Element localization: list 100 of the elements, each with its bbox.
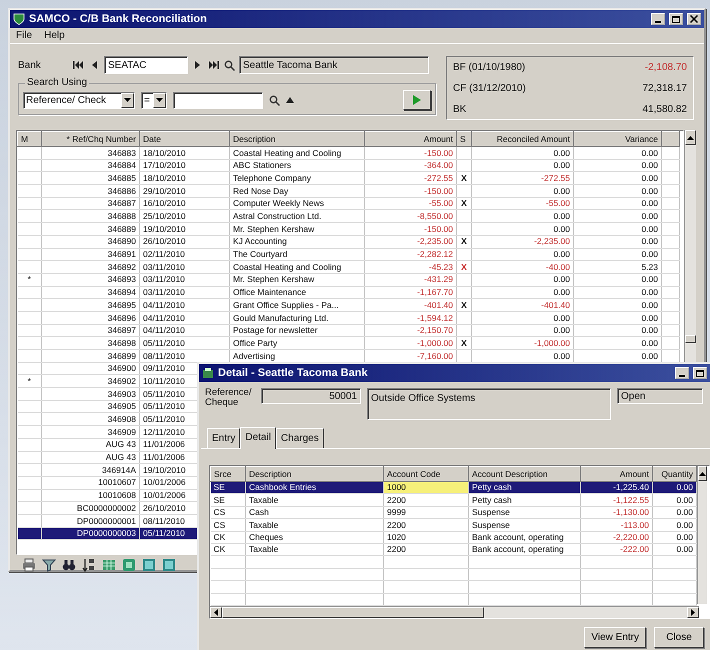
- search-icon[interactable]: [269, 94, 280, 106]
- table-row[interactable]: CK Cheques 1020 Bank account, operating -2,220.00 0.00: [210, 531, 696, 544]
- table-row[interactable]: SE Cashbook Entries 1000 Petty cash -1,225.40 0.00: [210, 482, 696, 494]
- vertical-scrollbar[interactable]: [697, 466, 707, 604]
- menu-item[interactable]: Help: [44, 28, 65, 43]
- table-row[interactable]: 346894 03/11/2010 Office Maintenance -1,167.70 0.00 0.00: [18, 286, 680, 299]
- column-header[interactable]: Reconciled Amount: [472, 132, 574, 146]
- right-arrow-icon[interactable]: [691, 609, 695, 616]
- up-arrow-icon[interactable]: [286, 97, 294, 103]
- up-arrow-icon[interactable]: [687, 136, 694, 140]
- table-row[interactable]: 346886 29/10/2010 Red Nose Day -150.00 0.00 0.00: [18, 184, 680, 198]
- scroll-right-button[interactable]: [687, 607, 699, 618]
- table-cell: -431.29: [364, 273, 456, 286]
- column-header[interactable]: Date: [140, 132, 230, 146]
- tab[interactable]: Entry: [207, 428, 240, 448]
- column-header[interactable]: Variance: [574, 132, 662, 146]
- menu-item[interactable]: File: [16, 28, 32, 43]
- table-row[interactable]: 346895 04/11/2010 Grant Office Supplies - Pa... -401.40 X -401.40 0.00: [18, 298, 680, 312]
- table-row[interactable]: 346891 02/11/2010 The Courtyard -2,282.12 0.00 0.00: [18, 248, 680, 261]
- close-button[interactable]: [687, 13, 701, 25]
- grid-icon[interactable]: [102, 558, 116, 572]
- table-cell: 0.00: [472, 146, 574, 160]
- maximize-button[interactable]: [669, 13, 683, 25]
- table-row[interactable]: * 346893 03/11/2010 Mr. Stephen Kershaw -431.29 0.00 0.00: [18, 273, 680, 286]
- column-header[interactable]: Quantity: [652, 466, 696, 482]
- scroll-left-button[interactable]: [210, 607, 222, 618]
- column-header[interactable]: Account Description: [468, 466, 580, 482]
- binoculars-icon[interactable]: [62, 558, 76, 572]
- table-row[interactable]: 346889 19/10/2010 Mr. Stephen Kershaw -150.00 0.00 0.00: [18, 222, 680, 236]
- scroll-up-button[interactable]: [698, 466, 707, 481]
- horizontal-scrollbar[interactable]: [210, 606, 699, 618]
- column-header[interactable]: Srce: [210, 466, 246, 482]
- bank-code-field[interactable]: SEATAC: [104, 56, 188, 74]
- search-icon[interactable]: [224, 60, 235, 70]
- left-arrow-icon[interactable]: [214, 609, 218, 616]
- close-icon: [690, 15, 698, 23]
- table-cell: Bank account, operating: [468, 543, 580, 556]
- column-header[interactable]: M: [18, 132, 42, 146]
- last-icon[interactable]: [208, 60, 220, 70]
- column-header[interactable]: Description: [246, 466, 384, 482]
- maximize-button[interactable]: [693, 367, 707, 379]
- operator-dropdown[interactable]: =: [141, 92, 167, 108]
- table-cell: 0.00: [574, 324, 662, 337]
- scroll-up-button[interactable]: [685, 130, 696, 145]
- search-input[interactable]: [173, 92, 263, 108]
- table-cell: 1020: [384, 531, 468, 544]
- table-cell: AUG 43: [42, 451, 140, 464]
- table-row[interactable]: 346883 18/10/2010 Coastal Heating and Cooling -150.00 0.00 0.00: [18, 146, 680, 160]
- column-header[interactable]: Description: [230, 132, 364, 146]
- table-row[interactable]: CK Taxable 2200 Bank account, operating -222.00 0.00: [210, 543, 696, 556]
- sort-icon[interactable]: [82, 558, 96, 572]
- reconciled-mark: X: [456, 336, 472, 350]
- table-cell: 0.00: [574, 146, 662, 160]
- search-field-dropdown[interactable]: Reference/ Check: [23, 92, 135, 108]
- funnel-icon[interactable]: [42, 558, 56, 572]
- play-button[interactable]: [403, 90, 431, 110]
- table-row[interactable]: 346888 25/10/2010 Astral Construction Ltd. -8,550.00 0.00 0.00: [18, 210, 680, 223]
- table-row[interactable]: 346884 17/10/2010 ABC Stationers -364.00 0.00 0.00: [18, 159, 680, 172]
- table-row[interactable]: 346887 16/10/2010 Computer Weekly News -55.00 X -55.00 0.00: [18, 197, 680, 210]
- table-cell: The Courtyard: [230, 248, 364, 261]
- table-row[interactable]: CS Taxable 2200 Suspense -113.00 0.00: [210, 518, 696, 532]
- table-cell: -2,235.00: [364, 235, 456, 248]
- table-row[interactable]: 346898 05/11/2010 Office Party -1,000.00 X -1,000.00 0.00: [18, 336, 680, 350]
- column-header[interactable]: Amount: [364, 132, 456, 146]
- tab[interactable]: Charges: [276, 428, 324, 448]
- scrollbar-thumb[interactable]: [685, 335, 696, 343]
- minimize-button[interactable]: [651, 13, 665, 25]
- minimize-icon: [679, 374, 685, 376]
- tab[interactable]: Detail: [240, 427, 276, 449]
- column-header[interactable]: Amount: [580, 466, 652, 482]
- table-cell: 346897: [42, 324, 140, 337]
- table-cell: Mr. Stephen Kershaw: [230, 273, 364, 286]
- table-icon[interactable]: [162, 558, 176, 572]
- table-cell: 346900: [42, 362, 140, 375]
- table-row[interactable]: 346896 04/11/2010 Gould Manufacturing Ltd. -1,594.12 0.00 0.00: [18, 311, 680, 324]
- up-arrow-icon[interactable]: [699, 472, 706, 476]
- scrollbar-thumb[interactable]: [222, 607, 484, 618]
- table-icon[interactable]: [142, 558, 156, 572]
- table-row[interactable]: 346897 04/11/2010 Postage for newsletter -2,150.70 0.00 0.00: [18, 324, 680, 337]
- table-cell: 9999: [384, 506, 468, 519]
- printer-icon[interactable]: [22, 558, 36, 572]
- table-row[interactable]: 346885 18/10/2010 Telephone Company -272.55 X -272.55 0.00: [18, 172, 680, 185]
- table-row[interactable]: 346892 03/11/2010 Coastal Heating and Cooling -45.23 X -40.00 5.23: [18, 260, 680, 274]
- table-row[interactable]: 346890 26/10/2010 KJ Accounting -2,235.00 X -2,235.00 0.00: [18, 235, 680, 248]
- table-cell: -1,167.70: [364, 286, 456, 299]
- close-button[interactable]: Close: [654, 627, 704, 648]
- table-row[interactable]: CS Cash 9999 Suspense -1,130.00 0.00: [210, 506, 696, 519]
- column-header[interactable]: S: [456, 132, 472, 146]
- table-cell: -55.00: [364, 197, 456, 210]
- table-cell: 346884: [42, 159, 140, 172]
- table-cell: 04/11/2010: [140, 311, 230, 324]
- minimize-button[interactable]: [675, 367, 689, 379]
- table-cell: 346908: [42, 412, 140, 426]
- table-cell: 346894: [42, 286, 140, 299]
- view-entry-button[interactable]: View Entry: [584, 627, 646, 648]
- column-header[interactable]: * Ref/Chq Number: [42, 132, 140, 146]
- first-icon[interactable]: [72, 60, 84, 70]
- table-cell: -55.00: [472, 197, 574, 210]
- column-header[interactable]: Account Code: [384, 466, 468, 482]
- table-row[interactable]: SE Taxable 2200 Petty cash -1,122.55 0.00: [210, 494, 696, 506]
